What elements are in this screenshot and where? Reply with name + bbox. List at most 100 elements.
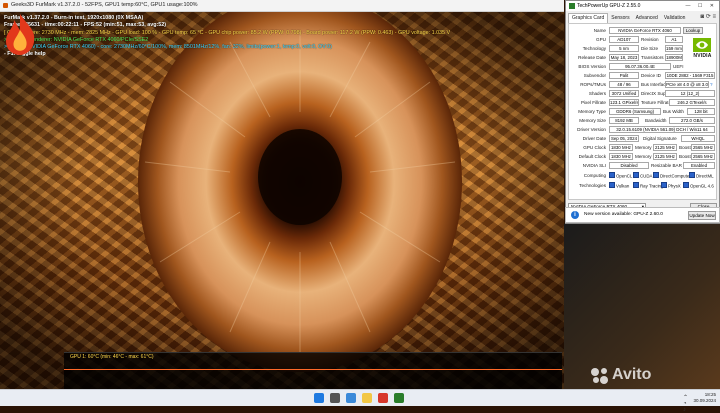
subvendor-value: Palit [609,72,639,79]
gpuz-app-icon [569,3,575,9]
field-label: Computing [583,173,606,178]
row-bios: BIOS Version 95.07.36.00.4E UEFI [569,63,716,71]
bios-version-value: 95.07.36.00.4E [609,63,671,70]
rops-value: 48 / 96 [609,81,639,88]
row-gpu-clock: GPU Clock 1830 MHz Memory 2125 MHz Boost… [569,144,716,152]
field-label: Transistors [641,55,664,60]
gpuz-tabbar: Graphics Card Sensors Advanced Validation [568,13,688,23]
field-label: Memory Type [578,109,606,114]
memory-size-value: 8192 MB [609,117,639,124]
row-driver-version: Driver Version 32.0.15.6109 (NVIDIA 561.… [569,126,716,134]
field-label: Driver Date [582,136,606,141]
gpu-name-value: NVIDIA GeForce RTX 4060 [609,27,681,34]
bus-width-value: 128 bit [687,108,715,115]
checkbox-icon [653,172,659,178]
field-label: Memory [635,154,652,159]
checkbox-ray-tracing[interactable]: Ray Tracing [633,182,663,191]
tab-graphics-card[interactable]: Graphics Card [568,13,609,23]
furmark-titlebar[interactable]: Geeks3D FurMark v1.37.2.0 - 52FPS, GPU1 … [0,0,564,12]
temperature-graph-label: GPU 1: 60°C (min: 46°C - max: 61°C) [70,354,154,360]
field-label: Die Size [641,46,659,51]
row-driver-date: Driver Date Sep 05, 2024 Digital Signatu… [569,135,716,143]
furmark-window-title: Geeks3D FurMark v1.37.2.0 - 52FPS, GPU1 … [11,2,198,8]
bandwidth-value: 272.0 GB/s [669,117,715,124]
camera-icon[interactable]: ◙ [700,14,704,20]
lookup-button[interactable]: Lookup [683,27,703,34]
row-computing: Computing OpenCL CUDA DirectCompute Dire… [569,172,716,180]
menu-icon[interactable]: ≡ [712,14,716,20]
update-notification: i New version available: GPU-Z 2.60.0 Up… [565,207,720,223]
checkbox-icon [633,182,639,188]
row-technologies: Technologies Vulkan Ray Tracing PhysX Op… [569,182,716,190]
help-icon[interactable]: ? [710,82,713,87]
clock[interactable]: 18:25 30.09.2024 [693,392,716,403]
taskbar: ⌃ ◔ ♪ 18:25 30.09.2024 [0,389,720,413]
tab-validation[interactable]: Validation [661,14,689,23]
field-label: Texture Fillrate [641,100,672,105]
checkbox-label: PhysX [668,183,681,189]
row-memory-size: Memory Size 8192 MB Bandwidth 272.0 GB/s [569,117,716,125]
field-label: Driver Version [577,127,606,132]
task-view-icon[interactable] [346,393,356,403]
furmark-flame-logo [6,14,35,55]
texture-fillrate-value: 246.2 GTexel/s [669,99,715,106]
checkbox-opencl[interactable]: OpenCL [609,172,632,181]
gpuz-titlebar[interactable]: TechPowerUp GPU-Z 2.55.0 — ☐ ✕ [566,1,719,11]
row-memory-type: Memory Type GDDR6 (Samsung) Bus Width 12… [569,108,716,116]
field-label: Boost [679,154,691,159]
field-label: Pixel Fillrate [580,100,606,105]
file-explorer-icon[interactable] [362,393,372,403]
field-label: Device ID [641,73,661,78]
furmark-window: Geeks3D FurMark v1.37.2.0 - 52FPS, GPU1 … [0,0,564,389]
checkbox-vulkan[interactable]: Vulkan [609,182,629,191]
checkbox-physx[interactable]: PhysX [661,182,681,191]
osd-line: [ GPU-Z ] core: 2730 MHz - mem: 2825 MHz… [4,29,451,36]
resizable-bar-value: Enabled [683,162,715,169]
tray-icons[interactable]: ⌃ ◔ ♪ [683,394,690,413]
default-boost-value: 2565 MHz [691,153,715,160]
field-label: Bandwidth [645,118,667,123]
tab-sensors[interactable]: Sensors [608,14,632,23]
info-icon: i [571,211,579,219]
driver-date-value: Sep 05, 2024 [609,135,639,142]
memory-clock-value: 2125 MHz [653,144,677,151]
row-shaders: Shaders 3072 Unified DirectX Support 12 … [569,90,716,98]
field-label: GPU Clock [583,145,606,150]
gpuz-taskbar-icon[interactable] [394,393,404,403]
driver-version-value: 32.0.15.6109 (NVIDIA 561.09) DCH / Win11… [609,126,715,133]
boost-clock-value: 2565 MHz [691,144,715,151]
refresh-icon[interactable]: ⟳ [706,14,711,20]
furmark-taskbar-icon[interactable] [378,393,388,403]
field-label: Boost [679,145,691,150]
field-label: Bus Width [663,109,684,114]
field-label: Technology [582,46,606,51]
directx-value: 12 (12_2) [665,90,715,97]
transistors-value: 18900M [665,54,683,61]
default-clock-value: 1830 MHz [609,153,633,160]
checkbox-cuda[interactable]: CUDA [633,172,652,181]
checkbox-label: DirectCompute [660,173,690,179]
row-sli: NVIDIA SLI Disabled Resizable BAR Enable… [569,162,716,170]
avito-wordmark: Avito [612,366,652,383]
field-label: NVIDIA SLI [582,163,606,168]
temperature-graph-line [64,369,562,370]
tab-advanced[interactable]: Advanced [633,14,661,23]
bus-interface-value: PCIe x8 4.0 @ x8 3.0 [665,81,709,88]
row-name: Name NVIDIA GeForce RTX 4060 Lookup [569,27,716,35]
start-icon[interactable] [314,393,324,403]
osd-line: - F1: toggle help [4,51,46,58]
checkbox-directml[interactable]: DirectML [689,172,714,181]
search-icon[interactable] [330,393,340,403]
checkbox-directcompute[interactable]: DirectCompute [653,172,689,181]
osd-line: Frames:85631 - time:00:22:11 - FPS:52 (m… [4,22,167,29]
field-label: Subvendor [583,73,606,78]
update-message: New version available: GPU-Z 2.60.0 [584,212,663,217]
checkbox-icon [609,182,615,188]
gpuz-toolbar-icons: ◙ ⟳ ≡ [700,13,716,20]
gpu-clock-value: 1830 MHz [609,144,633,151]
update-now-button[interactable]: Update Now [688,211,716,220]
row-release-date: Release Date May 18, 2023 Transistors 18… [569,54,716,62]
checkbox-opengl[interactable]: OpenGL 4.6 [683,182,714,191]
furmark-app-icon [3,3,8,8]
window-controls[interactable]: — ☐ ✕ [686,1,717,11]
